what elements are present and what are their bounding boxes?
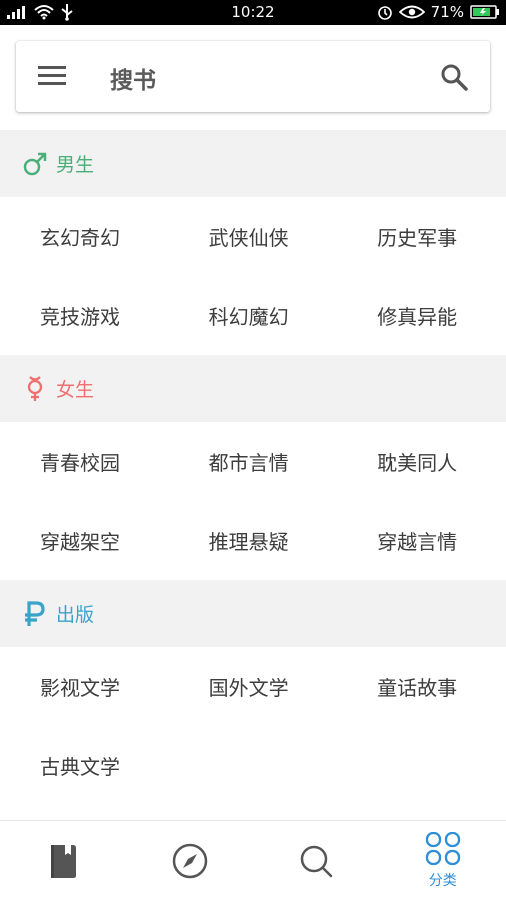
nav-label-category: 分类	[428, 872, 457, 889]
alarm-icon	[377, 6, 392, 20]
category-item[interactable]: 国外文学	[169, 647, 338, 726]
book-icon	[51, 844, 77, 878]
menu-icon[interactable]	[38, 65, 66, 87]
category-grid-male: 玄幻奇幻 武侠仙侠 历史军事 竞技游戏 科幻魔幻 修真异能	[0, 197, 506, 355]
ruble-icon	[22, 600, 52, 627]
category-content: 男生 玄幻奇幻 武侠仙侠 历史军事 竞技游戏 科幻魔幻 修真异能 女生 青春校园…	[0, 130, 506, 805]
section-header-female: 女生	[0, 355, 506, 422]
battery-icon	[470, 5, 499, 19]
nav-discover[interactable]	[127, 821, 254, 900]
category-item[interactable]: 科幻魔幻	[169, 276, 338, 355]
category-item[interactable]: 青春校园	[0, 422, 169, 501]
search-icon	[301, 845, 333, 877]
nav-category[interactable]: 分类	[380, 821, 506, 900]
female-icon	[22, 375, 52, 402]
search-icon[interactable]	[440, 63, 468, 91]
nav-bookshelf[interactable]	[0, 821, 127, 900]
compass-icon	[172, 843, 207, 878]
search-bar[interactable]: 搜书	[16, 41, 490, 112]
category-item[interactable]: 耽美同人	[337, 422, 506, 501]
battery-percent: 71%	[430, 3, 464, 21]
eye-icon	[398, 5, 425, 19]
section-header-male: 男生	[0, 130, 506, 197]
category-item[interactable]: 穿越架空	[0, 501, 169, 580]
search-title: 搜书	[110, 68, 156, 94]
section-header-publish: 出版	[0, 580, 506, 647]
status-right: 71%	[377, 3, 500, 21]
grid-icon	[425, 831, 460, 865]
section-label-male: 男生	[56, 154, 95, 176]
section-label-publish: 出版	[56, 604, 95, 626]
category-grid-female: 青春校园 都市言情 耽美同人 穿越架空 推理悬疑 穿越言情	[0, 422, 506, 580]
category-item[interactable]: 武侠仙侠	[169, 197, 338, 276]
category-item[interactable]: 童话故事	[337, 647, 506, 726]
category-item[interactable]: 推理悬疑	[169, 501, 338, 580]
category-item[interactable]: 古典文学	[0, 726, 169, 805]
category-item[interactable]: 都市言情	[169, 422, 338, 501]
category-item[interactable]: 竞技游戏	[0, 276, 169, 355]
category-item[interactable]: 穿越言情	[337, 501, 506, 580]
nav-search[interactable]	[253, 821, 380, 900]
male-icon	[22, 151, 52, 177]
category-grid-publish: 影视文学 国外文学 童话故事 古典文学	[0, 647, 506, 805]
category-item[interactable]: 历史军事	[337, 197, 506, 276]
status-bar: 10:22 71%	[0, 0, 506, 25]
category-item[interactable]: 玄幻奇幻	[0, 197, 169, 276]
category-item[interactable]: 修真异能	[337, 276, 506, 355]
bottom-nav: 分类	[0, 820, 506, 900]
section-label-female: 女生	[56, 379, 95, 401]
category-item[interactable]: 影视文学	[0, 647, 169, 726]
